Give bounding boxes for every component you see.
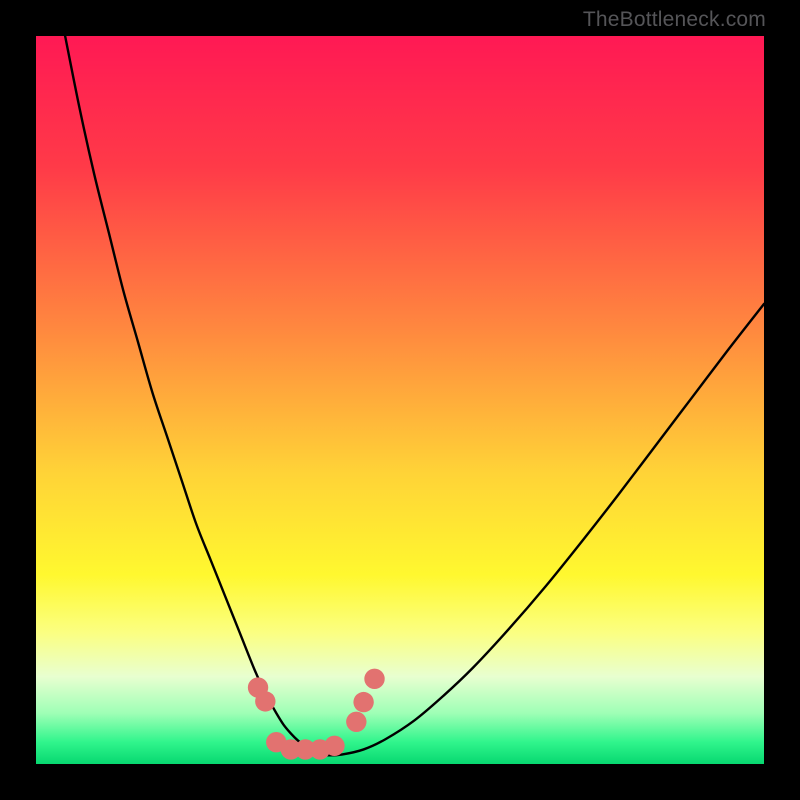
marker-dot: [346, 712, 366, 732]
marker-dot: [324, 736, 344, 756]
gradient-background: [36, 36, 764, 764]
marker-dot: [353, 692, 373, 712]
plot-svg: [36, 36, 764, 764]
chart-frame: TheBottleneck.com: [0, 0, 800, 800]
marker-dot: [255, 691, 275, 711]
marker-dot: [364, 669, 384, 689]
watermark-text: TheBottleneck.com: [583, 8, 766, 32]
plot-area: [36, 36, 764, 764]
